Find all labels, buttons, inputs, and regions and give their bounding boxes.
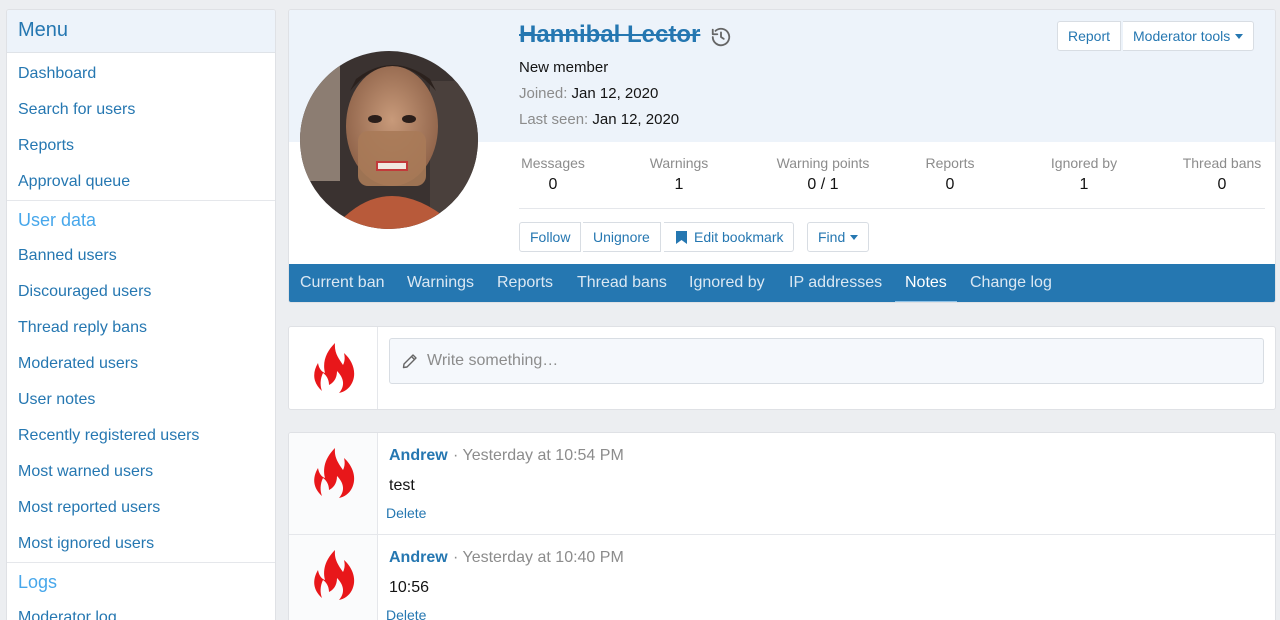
stat-messages: Messages 0 [519,155,587,194]
profile-tabs: Current ban Warnings Reports Thread bans… [289,264,1275,302]
last-seen-value: Jan 12, 2020 [592,111,680,128]
stat-value: 0 [548,176,558,193]
edit-bookmark-button[interactable]: Edit bookmark [664,222,795,252]
stat-value: 0 / 1 [807,176,839,193]
note-author[interactable]: Andrew [389,549,448,567]
report-button[interactable]: Report [1057,21,1122,51]
stat-reports: Reports 0 [923,155,977,194]
sidebar-item-most-ignored[interactable]: Most ignored users [7,526,275,562]
sidebar-item-search-users[interactable]: Search for users [7,92,275,128]
sidebar-item-discouraged-users[interactable]: Discouraged users [7,274,275,310]
tab-change-log[interactable]: Change log [960,264,1062,302]
stat-label: Messages [521,155,585,171]
note-avatar-column [289,535,378,620]
sidebar-item-dashboard[interactable]: Dashboard [7,56,275,92]
fire-icon[interactable] [309,339,359,395]
sidebar: Menu Dashboard Search for users Reports … [6,9,276,620]
edit-bookmark-label: Edit bookmark [694,229,784,245]
sidebar-section-user-data[interactable]: User data [7,200,275,238]
unignore-button[interactable]: Unignore [583,222,661,252]
sidebar-item-most-warned[interactable]: Most warned users [7,454,275,490]
bookmark-icon [676,231,687,244]
note-body: 10:56 [389,579,430,596]
sidebar-item-user-notes[interactable]: User notes [7,382,275,418]
stat-thread-bans: Thread bans 0 [1179,155,1265,194]
list-item: Andrew · Yesterday at 10:40 PM 10:56 Del… [289,534,1275,620]
note-timestamp[interactable]: · Yesterday at 10:40 PM [453,549,624,567]
note-avatar-column [289,433,378,534]
note-composer: Write something… [288,326,1276,410]
sidebar-item-banned-users[interactable]: Banned users [7,238,275,274]
sidebar-menu-title: Menu [7,10,275,53]
notes-list: Andrew · Yesterday at 10:54 PM test Dele… [288,432,1276,620]
stat-value: 1 [674,176,684,193]
stat-value: 0 [1217,176,1227,193]
pencil-icon [402,354,417,369]
sidebar-item-reports[interactable]: Reports [7,128,275,164]
joined-value: Jan 12, 2020 [571,85,659,102]
separator: · [453,549,459,566]
history-icon[interactable] [710,26,732,48]
sidebar-item-approval-queue[interactable]: Approval queue [7,164,275,200]
delete-link[interactable]: Delete [386,607,426,620]
stat-value: 0 [945,176,955,193]
last-seen-row: Last seen: Jan 12, 2020 [519,111,679,128]
joined-label: Joined: [519,85,568,102]
sidebar-item-recently-registered[interactable]: Recently registered users [7,418,275,454]
find-button[interactable]: Find [807,222,870,252]
member-stats: Messages 0 Warnings 1 Warning points 0 /… [519,155,1265,209]
username[interactable]: Hannibal Lector [519,21,700,49]
stat-warning-points: Warning points 0 / 1 [771,155,875,194]
note-timestamp[interactable]: · Yesterday at 10:54 PM [453,447,624,465]
stat-label: Warnings [649,155,709,171]
tab-ignored-by[interactable]: Ignored by [679,264,775,302]
tab-ip-addresses[interactable]: IP addresses [779,264,892,302]
follow-button[interactable]: Follow [519,222,582,252]
sidebar-item-moderator-log[interactable]: Moderator log [7,600,275,620]
timestamp-text: Yesterday at 10:54 PM [462,447,624,464]
tab-current-ban[interactable]: Current ban [290,264,395,302]
sidebar-item-thread-reply-bans[interactable]: Thread reply bans [7,310,275,346]
composer-avatar-column [289,327,378,409]
tab-warnings[interactable]: Warnings [397,264,484,302]
stat-label: Thread bans [1182,155,1262,171]
tab-reports[interactable]: Reports [487,264,563,302]
avatar[interactable] [300,21,478,229]
sidebar-item-moderated-users[interactable]: Moderated users [7,346,275,382]
tab-notes[interactable]: Notes [895,264,957,302]
moderator-tools-label: Moderator tools [1133,28,1231,44]
moderator-tools-button[interactable]: Moderator tools [1123,21,1255,51]
stat-warnings: Warnings 1 [647,155,711,194]
separator: · [453,447,459,464]
stat-label: Warning points [776,155,870,171]
list-item: Andrew · Yesterday at 10:54 PM test Dele… [289,433,1275,534]
fire-icon[interactable] [309,444,359,500]
user-title: New member [519,59,609,76]
member-profile-card: Hannibal Lector New member Joined: Jan 1… [288,9,1276,303]
write-something-input[interactable]: Write something… [389,338,1264,384]
chevron-down-icon [850,234,859,240]
timestamp-text: Yesterday at 10:40 PM [462,549,624,566]
chevron-down-icon [1235,33,1244,39]
stat-value: 1 [1079,176,1089,193]
stat-label: Reports [925,155,975,171]
sidebar-item-most-reported[interactable]: Most reported users [7,490,275,526]
tab-thread-bans[interactable]: Thread bans [567,264,677,302]
sidebar-section-logs[interactable]: Logs [7,562,275,600]
note-body: test [389,477,415,494]
delete-link[interactable]: Delete [386,505,426,521]
find-label: Find [818,229,846,245]
fire-icon[interactable] [309,546,359,602]
stat-label: Ignored by [1050,155,1118,171]
note-author[interactable]: Andrew [389,447,448,465]
joined-row: Joined: Jan 12, 2020 [519,85,658,102]
last-seen-label: Last seen: [519,111,589,128]
stat-ignored-by: Ignored by 1 [1048,155,1120,194]
write-something-placeholder: Write something… [427,352,559,369]
